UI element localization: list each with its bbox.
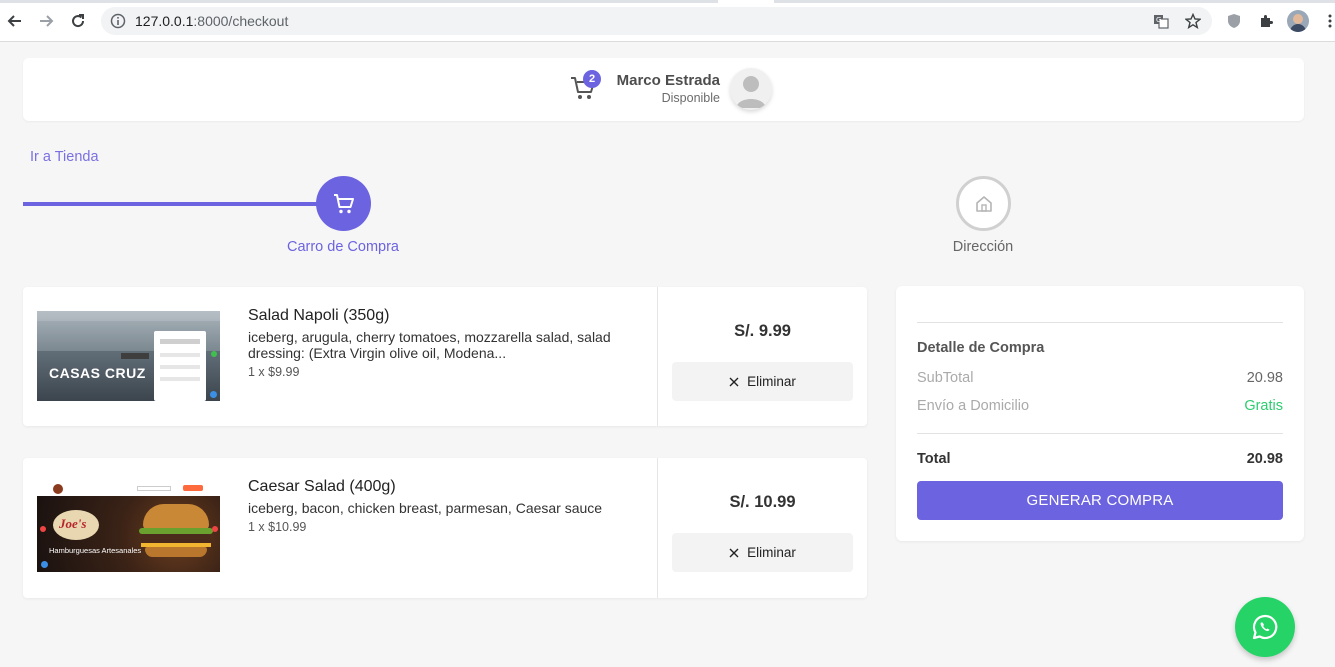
- order-summary: Detalle de Compra SubTotal 20.98 Envío a…: [896, 286, 1304, 541]
- thumb-cta: [183, 485, 203, 491]
- subtotal-value: 20.98: [1246, 370, 1283, 386]
- back-arrow-icon: [7, 15, 21, 27]
- product-thumbnail: Joe's Hamburguesas Artesanales: [37, 482, 220, 572]
- thumb-title: CASAS CRUZ: [49, 365, 146, 381]
- user-name: Marco Estrada: [616, 72, 720, 89]
- thumb-blue-dot: [41, 561, 48, 568]
- product-price: S/. 10.99: [729, 493, 796, 511]
- back-button[interactable]: [4, 10, 26, 32]
- whatsapp-button[interactable]: [1235, 597, 1295, 657]
- thumb-form-line: [160, 365, 200, 369]
- thumb-nav: [37, 311, 220, 321]
- step-address[interactable]: [956, 176, 1011, 231]
- product-name: Salad Napoli (350g): [248, 307, 390, 324]
- remove-item-button[interactable]: Eliminar: [672, 362, 853, 401]
- svg-text:G: G: [1156, 16, 1161, 24]
- remove-label: Eliminar: [747, 545, 796, 560]
- cart-icon: [333, 193, 354, 213]
- item-divider: [657, 458, 658, 598]
- thumb-form: [154, 331, 206, 401]
- remove-item-button[interactable]: Eliminar: [672, 533, 853, 572]
- app-header: 2 Marco Estrada Disponible: [23, 58, 1304, 121]
- avatar-face: [1293, 14, 1303, 24]
- summary-title: Detalle de Compra: [917, 340, 1045, 356]
- user-status: Disponible: [661, 91, 720, 105]
- cart-item: Joe's Hamburguesas Artesanales Caesar Sa…: [23, 458, 867, 598]
- cart-item: CASAS CRUZ Salad Napoli (350g) iceberg, …: [23, 287, 867, 426]
- thumb-form-line: [160, 377, 200, 381]
- product-description: iceberg, bacon, chicken breast, parmesan…: [248, 500, 603, 516]
- total-value: 20.98: [1246, 451, 1283, 467]
- product-quantity: 1 x $10.99: [248, 520, 307, 534]
- stepper-progress-line: [23, 202, 323, 206]
- shield-extension-icon[interactable]: [1224, 11, 1244, 31]
- url-host: 127.0.0.1: [135, 13, 194, 29]
- shipping-label: Envío a Domicilio: [917, 398, 1030, 414]
- reload-icon: [72, 14, 85, 28]
- thumb-bun-top: [143, 504, 209, 530]
- home-icon: [975, 195, 992, 212]
- user-placeholder-icon: [736, 76, 766, 108]
- thumb-search: [137, 486, 171, 491]
- product-quantity: 1 x $9.99: [248, 365, 300, 379]
- step-address-label: Dirección: [952, 239, 1014, 255]
- tab-strip: [0, 0, 1335, 3]
- generate-order-button[interactable]: GENERAR COMPRA: [917, 481, 1283, 520]
- thumb-button: [121, 353, 149, 359]
- step-cart-label: Carro de Compra: [286, 239, 399, 255]
- product-info: Caesar Salad (400g) iceberg, bacon, chic…: [248, 478, 643, 534]
- go-to-store-link[interactable]: Ir a Tienda: [30, 149, 99, 165]
- info-icon[interactable]: [109, 12, 127, 30]
- thumb-topbar: [37, 482, 220, 496]
- thumb-bun-bottom: [145, 547, 207, 557]
- total-label: Total: [917, 451, 951, 467]
- forward-arrow-icon: [40, 15, 54, 27]
- step-cart[interactable]: [316, 176, 371, 231]
- item-divider: [657, 287, 658, 426]
- product-info: Salad Napoli (350g) iceberg, arugula, ch…: [248, 307, 643, 379]
- product-price: S/. 9.99: [734, 322, 791, 340]
- bookmark-star-icon[interactable]: [1184, 12, 1202, 30]
- browser-toolbar: 127.0.0.1:8000/checkout G: [0, 0, 1335, 42]
- thumb-green-dot: [211, 351, 217, 357]
- active-tab-edge: [718, 0, 774, 3]
- cart-count-badge: 2: [583, 70, 601, 88]
- summary-divider: [917, 322, 1283, 323]
- thumb-logo: [53, 484, 63, 494]
- thumb-form-head: [160, 339, 200, 344]
- thumb-brand-text: Joe's: [59, 516, 87, 531]
- forward-button[interactable]: [35, 10, 57, 32]
- address-bar[interactable]: 127.0.0.1:8000/checkout G: [101, 7, 1212, 35]
- summary-divider: [917, 433, 1283, 434]
- translate-icon[interactable]: G: [1152, 12, 1170, 30]
- thumb-arrow-left: [40, 526, 46, 532]
- thumb-blue-dot: [210, 391, 217, 398]
- product-description: iceberg, arugula, cherry tomatoes, mozza…: [248, 329, 611, 361]
- close-icon: [729, 548, 739, 557]
- shipping-value: Gratis: [1244, 398, 1283, 414]
- thumb-form-line: [160, 353, 200, 357]
- thumb-subtitle: Hamburguesas Artesanales: [49, 546, 142, 555]
- avatar-shirt: [1290, 24, 1306, 32]
- extensions-puzzle-icon[interactable]: [1256, 11, 1276, 31]
- browser-menu-icon[interactable]: [1320, 11, 1335, 31]
- url-text: 127.0.0.1:8000/checkout: [135, 13, 288, 29]
- thumb-arrow-right: [212, 526, 218, 532]
- subtotal-label: SubTotal: [917, 370, 974, 386]
- browser-profile-avatar[interactable]: [1287, 10, 1309, 32]
- url-path: :8000/checkout: [193, 13, 289, 29]
- close-icon: [729, 377, 739, 386]
- reload-button[interactable]: [67, 10, 89, 32]
- page-scrollbar[interactable]: [1327, 43, 1335, 667]
- remove-label: Eliminar: [747, 374, 796, 389]
- product-name: Caesar Salad (400g): [248, 478, 396, 495]
- product-thumbnail: CASAS CRUZ: [37, 311, 220, 401]
- user-avatar[interactable]: [730, 68, 772, 110]
- whatsapp-icon: [1252, 614, 1278, 640]
